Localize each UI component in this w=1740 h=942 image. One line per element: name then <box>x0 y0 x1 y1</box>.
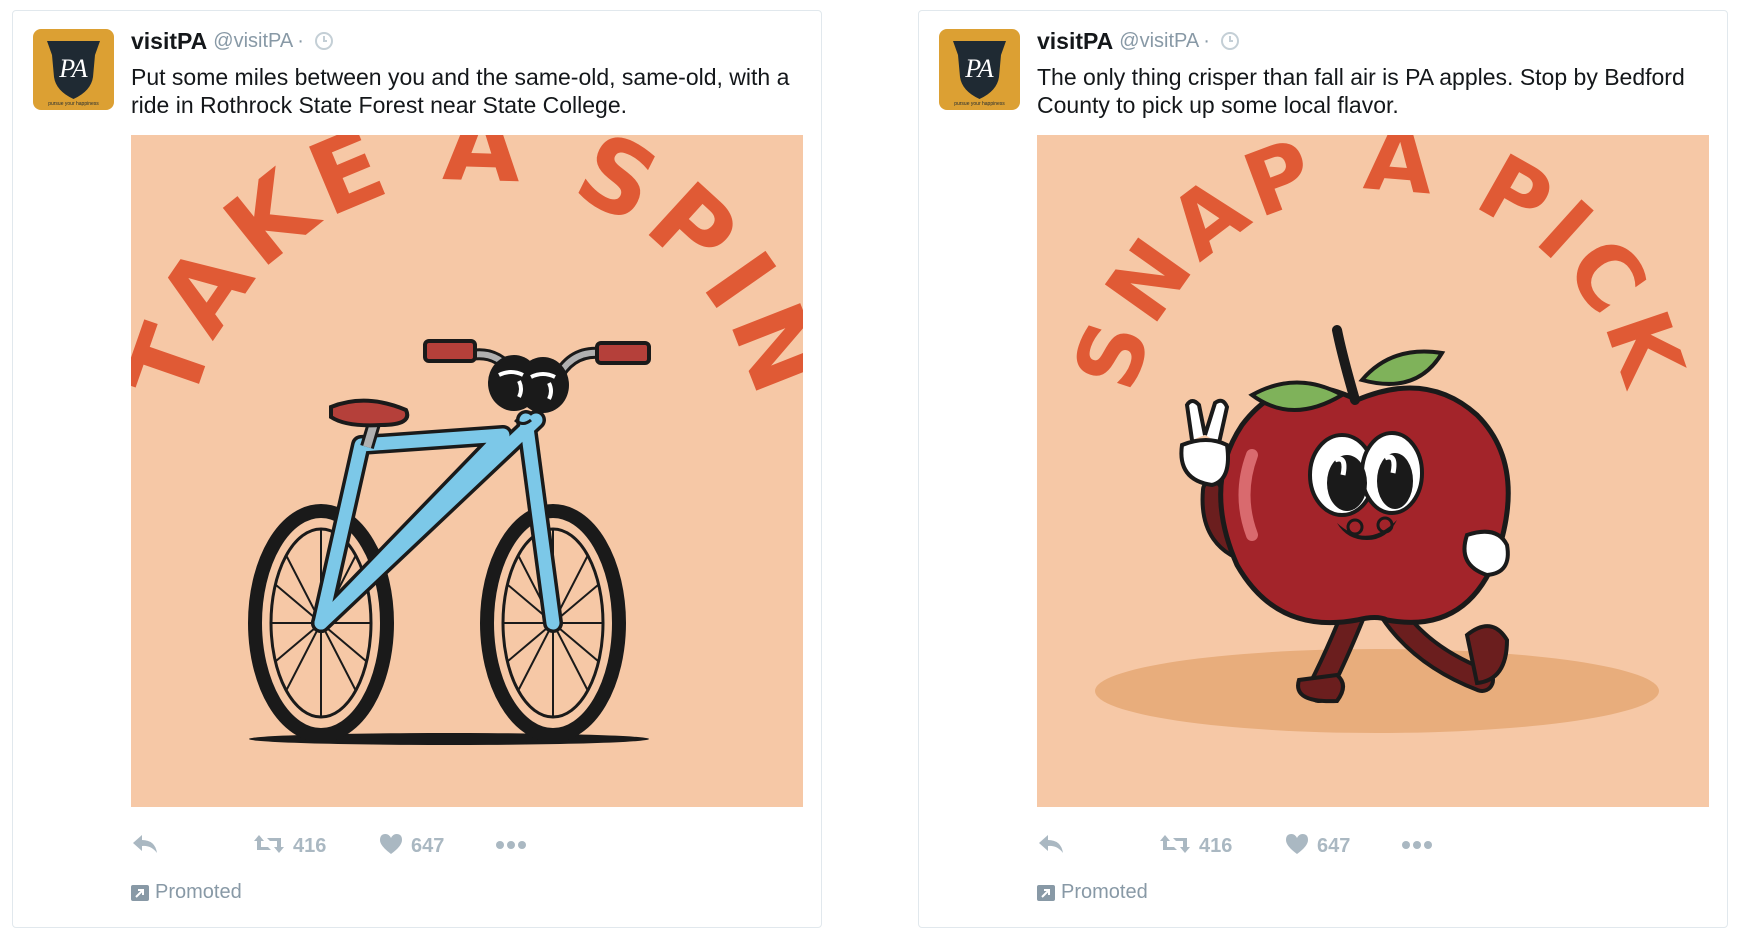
avatar-tagline: pursue your happiness <box>48 101 99 107</box>
user-handle[interactable]: @visitPA <box>1119 30 1199 53</box>
retweet-icon <box>253 832 285 861</box>
apple-leaf-right <box>1358 349 1446 386</box>
apple-right-hand <box>1462 529 1510 578</box>
tweet-card-bike[interactable]: PA pursue your happiness visitPA @visitP… <box>12 10 822 928</box>
tweet-text: The only thing crisper than fall air is … <box>1037 64 1685 118</box>
reply-icon <box>1037 833 1065 860</box>
tweet-header: visitPA @visitPA · <box>1037 27 1240 55</box>
retweet-button[interactable]: 416 <box>1159 829 1232 863</box>
retweet-button[interactable]: 416 <box>253 829 326 863</box>
promoted-icon <box>1037 884 1055 901</box>
separator-dot: · <box>1203 29 1210 52</box>
more-icon <box>1401 837 1433 855</box>
like-button[interactable]: 647 <box>379 829 444 863</box>
retweet-icon <box>1159 832 1191 861</box>
image-headline: SNAP A PICK <box>1053 135 1705 402</box>
promoted-label[interactable]: Promoted <box>1037 881 1148 904</box>
bike-left-grip <box>423 339 477 363</box>
heart-icon <box>379 833 403 860</box>
apple-ground-shadow <box>1095 649 1659 733</box>
bike-right-grip <box>595 341 651 365</box>
avatar-logo-text: PA <box>964 54 994 83</box>
tweet-actions: 416 647 <box>1037 829 1637 863</box>
promoted-icon <box>131 884 149 901</box>
tweet-actions: 416 647 <box>131 829 731 863</box>
separator-dot: · <box>297 29 304 52</box>
more-icon <box>495 837 527 855</box>
bike-seat <box>329 398 410 428</box>
image-headline: TAKE A SPIN <box>131 135 803 415</box>
heart-icon <box>1285 833 1309 860</box>
like-button[interactable]: 647 <box>1285 829 1350 863</box>
clock-icon[interactable] <box>314 31 334 51</box>
retweet-count: 416 <box>293 834 327 857</box>
more-button[interactable] <box>1401 829 1433 863</box>
avatar[interactable]: PA pursue your happiness <box>33 29 114 110</box>
promoted-label[interactable]: Promoted <box>131 881 242 904</box>
more-button[interactable] <box>495 829 527 863</box>
apple-left-foot <box>1296 672 1345 704</box>
display-name[interactable]: visitPA <box>1037 28 1113 55</box>
clock-icon[interactable] <box>1220 31 1240 51</box>
tweet-card-apple[interactable]: PA pursue your happiness visitPA @visitP… <box>918 10 1728 928</box>
promoted-text: Promoted <box>1061 881 1148 903</box>
apple-stem <box>1332 325 1360 405</box>
retweet-count: 416 <box>1199 834 1233 857</box>
reply-button[interactable] <box>1037 829 1065 863</box>
avatar[interactable]: PA pursue your happiness <box>939 29 1020 110</box>
like-count: 647 <box>411 834 445 857</box>
image-headline-path: TAKE A SPIN <box>131 135 803 415</box>
tweet-image[interactable]: TAKE A SPIN <box>131 135 803 807</box>
promoted-text: Promoted <box>155 881 242 903</box>
reply-button[interactable] <box>131 829 159 863</box>
user-handle[interactable]: @visitPA <box>213 30 293 53</box>
display-name[interactable]: visitPA <box>131 28 207 55</box>
avatar-tagline: pursue your happiness <box>954 101 1005 107</box>
tweet-image[interactable]: SNAP A PICK <box>1037 135 1709 807</box>
reply-icon <box>131 833 159 860</box>
avatar-logo-text: PA <box>58 54 88 83</box>
tweet-text: Put some miles between you and the same-… <box>131 64 790 118</box>
apple-peace-hand <box>1179 398 1230 488</box>
like-count: 647 <box>1317 834 1351 857</box>
tweet-header: visitPA @visitPA · <box>131 27 334 55</box>
image-headline-path: SNAP A PICK <box>1053 135 1699 402</box>
